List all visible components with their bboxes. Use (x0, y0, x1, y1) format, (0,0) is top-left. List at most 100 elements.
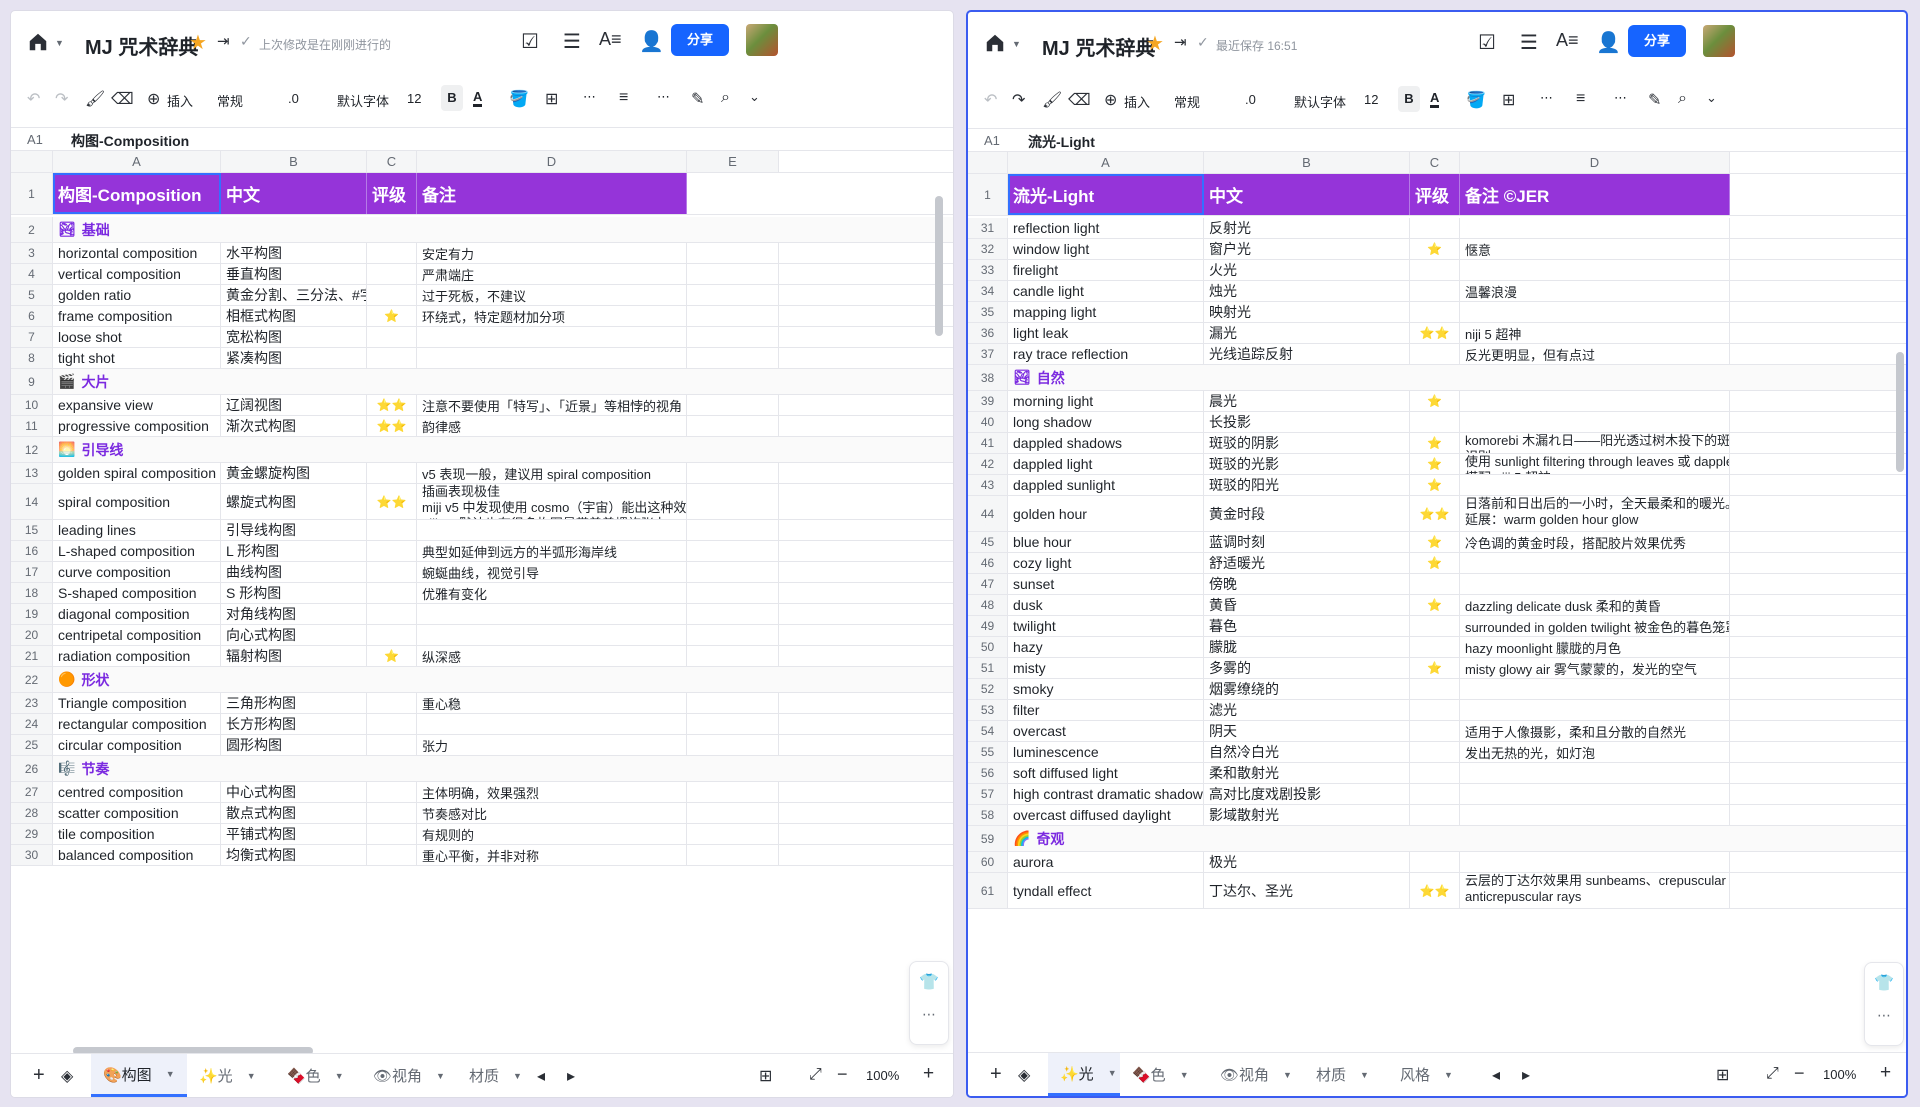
table-row[interactable]: 11 progressive composition 渐次式构图 ⭐⭐ 韵律感 (11, 416, 953, 437)
table-row[interactable]: 58 overcast diffused daylight 影域散射光 (968, 805, 1906, 826)
empty-cell[interactable] (687, 803, 779, 823)
rating-stars[interactable] (367, 735, 417, 755)
note-cell[interactable]: 温馨浪漫 (1460, 281, 1730, 301)
decimal-button[interactable]: .0 (288, 91, 299, 106)
move-to-folder-icon[interactable]: ⇥ (1174, 33, 1187, 51)
avatar[interactable] (1703, 25, 1735, 57)
table-row[interactable]: 33 firelight 火光 (968, 260, 1906, 281)
empty-cell[interactable] (687, 824, 779, 844)
align-icon[interactable]: ≡ (1576, 90, 1585, 108)
undo-icon[interactable]: ↶ (984, 90, 997, 110)
more-options-button[interactable]: ⋯ (1614, 90, 1627, 106)
term-cell[interactable]: twilight (1008, 616, 1204, 636)
note-cell[interactable]: komorebi 木漏れ日——阳光透过树木投下的斑驳光斑识别 (1460, 433, 1730, 453)
note-cell[interactable]: 重心稳 (417, 693, 687, 713)
home-dropdown-caret-icon[interactable]: ▼ (55, 38, 64, 48)
note-cell[interactable] (1460, 784, 1730, 804)
home-icon[interactable] (27, 31, 49, 53)
note-cell[interactable]: 重心平衡，并非对称 (417, 845, 687, 865)
rating-stars[interactable] (367, 463, 417, 483)
section-row[interactable]: 59 🌈 奇观 (968, 826, 1906, 852)
menu-icon[interactable]: ☰ (1520, 30, 1538, 55)
term-cell[interactable]: window light (1008, 239, 1204, 259)
more-icon[interactable]: ⋯ (910, 1006, 948, 1023)
note-cell[interactable] (417, 625, 687, 645)
font-color-button[interactable]: A (473, 89, 483, 107)
table-row[interactable]: 39 morning light 晨光 ⭐ (968, 391, 1906, 412)
term-cell[interactable]: radiation composition (53, 646, 221, 666)
term-cell[interactable]: misty (1008, 658, 1204, 678)
empty-cell[interactable] (687, 693, 779, 713)
term-cell[interactable]: dappled light (1008, 454, 1204, 474)
term-cell[interactable]: tyndall effect (1008, 873, 1204, 908)
zoom-in-icon[interactable]: + (923, 1063, 934, 1085)
section-label[interactable]: 🎬 大片 (53, 369, 953, 394)
table-row[interactable]: 23 Triangle composition 三角形构图 重心稳 (11, 693, 953, 714)
style-brush-icon[interactable]: ✎ (1648, 90, 1661, 110)
chinese-cell[interactable]: 黄昏 (1204, 595, 1410, 615)
term-cell[interactable]: soft diffused light (1008, 763, 1204, 783)
tab-dropdown-caret-icon[interactable]: ▼ (513, 1071, 522, 1081)
chinese-cell[interactable]: 映射光 (1204, 302, 1410, 322)
term-cell[interactable]: sunset (1008, 574, 1204, 594)
clear-format-icon[interactable]: ⌫ (111, 89, 134, 109)
sheet-tab[interactable]: 🍫色 ▼ (1120, 1053, 1208, 1096)
tab-dropdown-caret-icon[interactable]: ▼ (247, 1071, 256, 1081)
chinese-cell[interactable]: 紧凑构图 (221, 348, 367, 368)
note-cell[interactable] (1460, 391, 1730, 411)
table-row[interactable]: 3 horizontal composition 水平构图 安定有力 (11, 243, 953, 264)
term-cell[interactable]: L-shaped composition (53, 541, 221, 561)
term-cell[interactable]: expansive view (53, 395, 221, 415)
font-size-select[interactable]: 12 (407, 91, 421, 106)
tab-dropdown-caret-icon[interactable]: ▼ (335, 1071, 344, 1081)
term-cell[interactable]: progressive composition (53, 416, 221, 436)
tab-dropdown-caret-icon[interactable]: ▼ (166, 1069, 175, 1079)
chinese-cell[interactable]: 蓝调时刻 (1204, 532, 1410, 552)
table-row[interactable]: 34 candle light 烛光 温馨浪漫 (968, 281, 1906, 302)
note-cell[interactable]: v5 表现一般，建议用 spiral composition (417, 463, 687, 483)
border-icon[interactable]: ⊞ (545, 89, 558, 109)
empty-cell[interactable] (687, 714, 779, 734)
chinese-cell[interactable]: L 形构图 (221, 541, 367, 561)
rating-stars[interactable]: ⭐ (1410, 239, 1460, 259)
section-label[interactable]: 🏞 基础 (53, 217, 953, 242)
section-row[interactable]: 2 🏞 基础 (11, 217, 953, 243)
chinese-cell[interactable]: 晨光 (1204, 391, 1410, 411)
note-cell[interactable]: 主体明确，效果强烈 (417, 782, 687, 802)
chinese-cell[interactable]: 辐射构图 (221, 646, 367, 666)
redo-icon[interactable]: ↷ (55, 89, 68, 109)
sheet-tab[interactable]: ✨光 ▼ (1048, 1053, 1120, 1096)
table-row[interactable]: 44 golden hour 黄金时段 ⭐⭐ 日落前和日出后的一小时，全天最柔和的暖光。… (968, 496, 1906, 532)
empty-cell[interactable] (687, 625, 779, 645)
note-cell[interactable] (1460, 700, 1730, 720)
table-row[interactable]: 7 loose shot 宽松构图 (11, 327, 953, 348)
note-cell[interactable]: 日落前和日出后的一小时，全天最柔和的暖光。 延展：warm golden hour… (1460, 496, 1730, 531)
rating-stars[interactable] (1410, 721, 1460, 741)
note-cell[interactable]: 蜿蜒曲线，视觉引导 (417, 562, 687, 582)
note-cell[interactable] (1460, 679, 1730, 699)
vertical-scrollbar[interactable] (935, 196, 943, 336)
sheet-tab[interactable]: 风格 ▼ (1388, 1053, 1478, 1096)
empty-cell[interactable] (687, 604, 779, 624)
empty-cell[interactable] (687, 782, 779, 802)
table-row[interactable]: 14 spiral composition 螺旋式构图 ⭐⭐ 插画表现极佳 miji v5… (11, 484, 953, 520)
table-row[interactable]: 15 leading lines 引导线构图 (11, 520, 953, 541)
add-sheet-icon[interactable]: + (990, 1063, 1002, 1086)
table-row[interactable]: 51 misty 多雾的 ⭐ misty glowy air 雾气蒙蒙的，发光的空气 (968, 658, 1906, 679)
column-header-b[interactable]: B (221, 151, 367, 172)
sheet-tab[interactable]: 🎨构图 ▼ (91, 1054, 187, 1097)
rating-stars[interactable] (1410, 218, 1460, 238)
empty-cell[interactable] (687, 463, 779, 483)
redo-icon[interactable]: ↷ (1012, 90, 1025, 110)
create-task-icon[interactable]: ☑ (521, 29, 539, 54)
term-cell[interactable]: long shadow (1008, 412, 1204, 432)
note-cell[interactable]: hazy moonlight 朦胧的月色 (1460, 637, 1730, 657)
chinese-cell[interactable]: 中心式构图 (221, 782, 367, 802)
note-cell[interactable]: misty glowy air 雾气蒙蒙的，发光的空气 (1460, 658, 1730, 678)
rating-stars[interactable]: ⭐ (1410, 595, 1460, 615)
table-row[interactable]: 25 circular composition 圆形构图 张力 (11, 735, 953, 756)
table-row[interactable]: 16 L-shaped composition L 形构图 典型如延伸到远方的半弧形海… (11, 541, 953, 562)
chinese-cell[interactable]: 辽阔视图 (221, 395, 367, 415)
term-cell[interactable]: morning light (1008, 391, 1204, 411)
rating-stars[interactable] (1410, 616, 1460, 636)
